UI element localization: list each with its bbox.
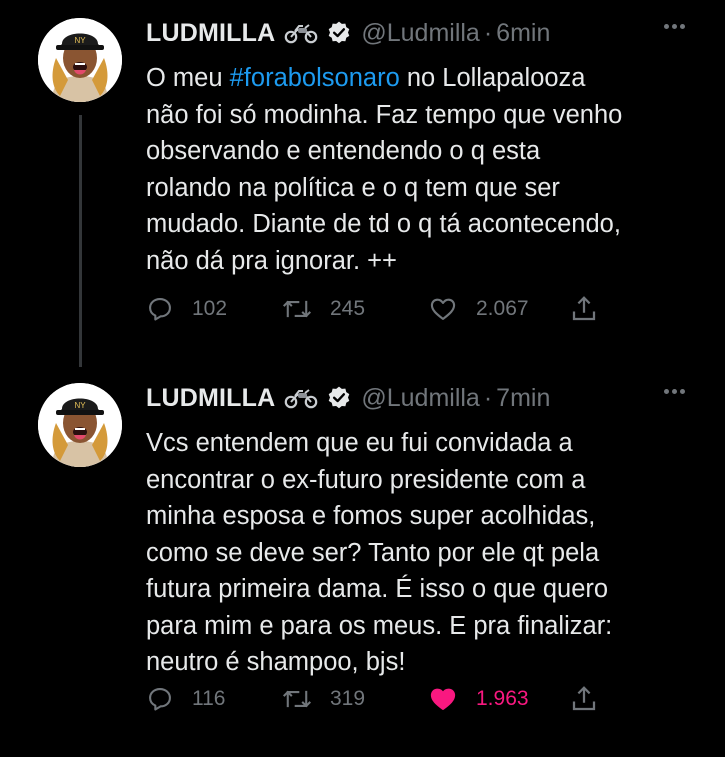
avatar[interactable]: NY [38, 383, 122, 467]
tweet-actions: 116 319 1.963 [146, 679, 616, 719]
user-handle[interactable]: @Ludmilla [361, 384, 479, 413]
separator-dot: · [483, 18, 493, 47]
like-button[interactable]: 1.963 [428, 679, 529, 719]
display-name[interactable]: LUDMILLA [146, 19, 275, 48]
reply-icon [149, 298, 171, 321]
tweet-text: O meu #forabolsonaro no Lollapalooza não… [146, 60, 711, 279]
tweet-text-start: O meu [146, 64, 230, 92]
share-button[interactable] [569, 679, 599, 719]
more-icon[interactable] [664, 389, 685, 394]
svg-text:NY: NY [74, 36, 86, 45]
reply-count: 116 [192, 687, 226, 710]
tweet-actions: 102 245 2.067 [146, 289, 616, 329]
share-icon [572, 686, 596, 711]
retweet-button[interactable]: 319 [282, 679, 365, 719]
separator-dot: · [483, 383, 493, 412]
avatar[interactable]: NY [38, 18, 122, 102]
tweet[interactable]: NY LUDMILLA @Ludmilla · 6min O meu #fora… [0, 0, 725, 365]
tweet[interactable]: NY LUDMILLA @Ludmilla · 7min Vcs entende… [0, 365, 725, 757]
verified-icon [326, 20, 352, 46]
retweet-count: 319 [330, 687, 366, 710]
timestamp[interactable]: 7min [496, 384, 550, 413]
retweet-icon [282, 300, 312, 318]
share-icon [572, 296, 596, 321]
reply-button[interactable]: 102 [146, 289, 227, 329]
hashtag-link[interactable]: #forabolsonaro [230, 64, 400, 92]
retweet-count: 245 [330, 297, 366, 320]
motorcycle-icon [284, 387, 318, 409]
svg-text:NY: NY [74, 401, 86, 410]
motorcycle-icon [284, 22, 318, 44]
tweet-text: Vcs entendem que eu fui convidada a enco… [146, 429, 613, 676]
share-button[interactable] [569, 289, 599, 329]
tweet-text-rest: no Lollapalooza não foi só modinha. Faz … [146, 64, 623, 275]
reply-button[interactable]: 116 [146, 679, 225, 719]
retweet-button[interactable]: 245 [282, 289, 365, 329]
like-count: 2.067 [476, 297, 529, 320]
more-icon[interactable] [664, 24, 685, 29]
reply-icon [149, 688, 171, 711]
tweet-header: LUDMILLA @Ludmilla · 6min [146, 16, 550, 50]
tweet-header: LUDMILLA @Ludmilla · 7min [146, 381, 550, 415]
like-icon [430, 298, 456, 320]
timestamp[interactable]: 6min [496, 19, 550, 48]
like-button[interactable]: 2.067 [428, 289, 529, 329]
reply-count: 102 [192, 297, 228, 320]
user-handle[interactable]: @Ludmilla [361, 19, 479, 48]
display-name[interactable]: LUDMILLA [146, 384, 275, 413]
like-count: 1.963 [476, 687, 529, 710]
verified-icon [326, 385, 352, 411]
retweet-icon [282, 690, 312, 708]
like-icon [430, 688, 456, 710]
